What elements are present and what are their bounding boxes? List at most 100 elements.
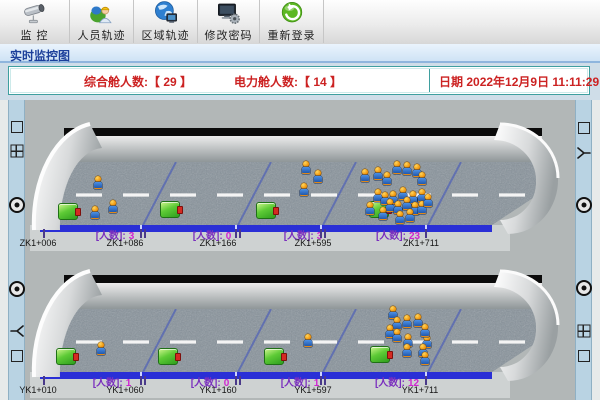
person-marker[interactable] (402, 315, 412, 328)
tunnel-view-comprehensive-cabin: [人数]:3[人数]:0[人数]:3[人数]:23ZK1+006ZK1+086Z… (30, 108, 570, 255)
person-marker[interactable] (402, 162, 412, 175)
person-marker[interactable] (423, 194, 433, 207)
reader-station-marker[interactable] (160, 201, 180, 218)
square-symbol-icon (11, 350, 23, 362)
toolbar-button-relogin[interactable]: 重新登录 (260, 0, 324, 43)
toolbar-button-label: 人员轨迹 (78, 27, 126, 43)
person-count-prefix: [人数]: (376, 231, 406, 242)
grid-gate-symbol-icon (577, 325, 590, 338)
person-marker[interactable] (301, 161, 311, 174)
reader-station-marker[interactable] (264, 348, 284, 365)
toolbar: 监 控 人员轨迹 (0, 0, 600, 45)
reader-station-marker[interactable] (58, 203, 78, 220)
person-marker[interactable] (392, 161, 402, 174)
chainage-label: ZK1+166 (200, 238, 237, 248)
square-symbol-icon (578, 350, 590, 362)
toolbar-empty-space (324, 0, 600, 43)
toolbar-button-label: 区域轨迹 (142, 27, 190, 43)
tick-mark (144, 376, 146, 385)
reader-station-marker[interactable] (56, 348, 76, 365)
relogin-icon (279, 0, 305, 26)
date-label: 日期 (439, 75, 463, 89)
chainage-label: YK1+597 (294, 385, 331, 395)
person-marker[interactable] (299, 183, 309, 196)
grid-gate-symbol-icon (10, 145, 23, 158)
toolbar-button-label: 监 控 (20, 27, 48, 43)
time-value: 11:11:29 (552, 75, 599, 89)
tick-mark (43, 376, 45, 385)
camera-symbol-icon (576, 280, 592, 296)
power-cabin-value: 【 14 】 (298, 75, 342, 89)
comprehensive-cabin-label: 综合舱人数: (84, 75, 148, 89)
scale-start-tick (43, 229, 49, 238)
fan-symbol-icon (10, 325, 24, 337)
tick-mark (425, 229, 427, 238)
tick-mark (235, 376, 237, 385)
chainage-label: YK1+711 (402, 385, 439, 395)
chainage-label: YK1+010 (19, 385, 56, 395)
toolbar-button-monitor[interactable]: 监 控 (0, 0, 70, 43)
tunnel-view-power-cabin: [人数]:1[人数]:0[人数]:1[人数]:12YK1+010YK1+060Y… (30, 255, 570, 400)
scale-tick (425, 376, 431, 385)
person-marker[interactable] (417, 172, 427, 185)
toolbar-button-label: 重新登录 (268, 27, 316, 43)
tab-bar: 实时监控图 (0, 44, 600, 63)
chainage-label: ZK1+595 (295, 238, 332, 248)
person-marker[interactable] (96, 342, 106, 355)
fan-symbol-icon (577, 147, 591, 159)
square-symbol-icon (11, 121, 23, 133)
chainage-label: YK1+160 (199, 385, 236, 395)
toolbar-button-area-track[interactable]: 区域轨迹 (134, 0, 198, 43)
date-time: 日期 2022年12月9日 11:11:29 (439, 73, 587, 90)
camera-symbol-icon (9, 197, 25, 213)
scale-tick (425, 229, 431, 238)
password-icon (216, 0, 242, 26)
person-marker[interactable] (420, 352, 430, 365)
person-marker[interactable] (420, 324, 430, 337)
tunnel-wall (64, 136, 542, 162)
scale-tick (320, 376, 326, 385)
reader-station-marker[interactable] (256, 202, 276, 219)
person-marker[interactable] (392, 329, 402, 342)
reader-station-marker[interactable] (158, 348, 178, 365)
toolbar-button-person-track[interactable]: 人员轨迹 (70, 0, 134, 43)
tick-mark (140, 376, 142, 385)
power-cabin-count: 电力舱人数:【 14 】 (234, 73, 342, 90)
person-marker[interactable] (365, 202, 375, 215)
toolbar-button-change-password[interactable]: 修改密码 (198, 0, 260, 43)
tab-realtime-monitor[interactable]: 实时监控图 (10, 47, 70, 64)
tunnel-road (30, 305, 570, 375)
person-marker[interactable] (360, 169, 370, 182)
comprehensive-cabin-count: 综合舱人数:【 29 】 (84, 73, 192, 90)
person-marker[interactable] (93, 176, 103, 189)
toolbar-button-label: 修改密码 (205, 27, 253, 43)
tick-mark (425, 376, 427, 385)
left-gutter (0, 100, 8, 400)
left-equipment-strip (8, 100, 25, 400)
right-equipment-strip (575, 100, 592, 400)
person-marker[interactable] (90, 206, 100, 219)
person-marker[interactable] (395, 211, 405, 224)
scale-tick (320, 229, 326, 238)
reader-station-marker[interactable] (370, 346, 390, 363)
person-marker[interactable] (405, 209, 415, 222)
comprehensive-cabin-value: 【 29 】 (148, 75, 192, 89)
chainage-label: ZK1+711 (403, 238, 439, 248)
tick-mark (140, 229, 142, 238)
tick-mark (324, 229, 326, 238)
person-marker[interactable] (382, 172, 392, 185)
right-gutter (592, 100, 600, 400)
scale-tick (140, 229, 146, 238)
person-marker[interactable] (402, 344, 412, 357)
scale-tick (235, 229, 241, 238)
tunnel-ceiling (64, 128, 542, 136)
person-marker[interactable] (303, 334, 313, 347)
status-bar: 综合舱人数:【 29 】 电力舱人数:【 14 】 日期 2022年12月9日 … (8, 66, 590, 95)
person-marker[interactable] (378, 207, 388, 220)
tick-mark (320, 376, 322, 385)
person-marker[interactable] (313, 170, 323, 183)
app-window: 监 控 人员轨迹 (0, 0, 600, 400)
person-marker[interactable] (108, 200, 118, 213)
scale-tick (235, 376, 241, 385)
tick-mark (239, 376, 241, 385)
